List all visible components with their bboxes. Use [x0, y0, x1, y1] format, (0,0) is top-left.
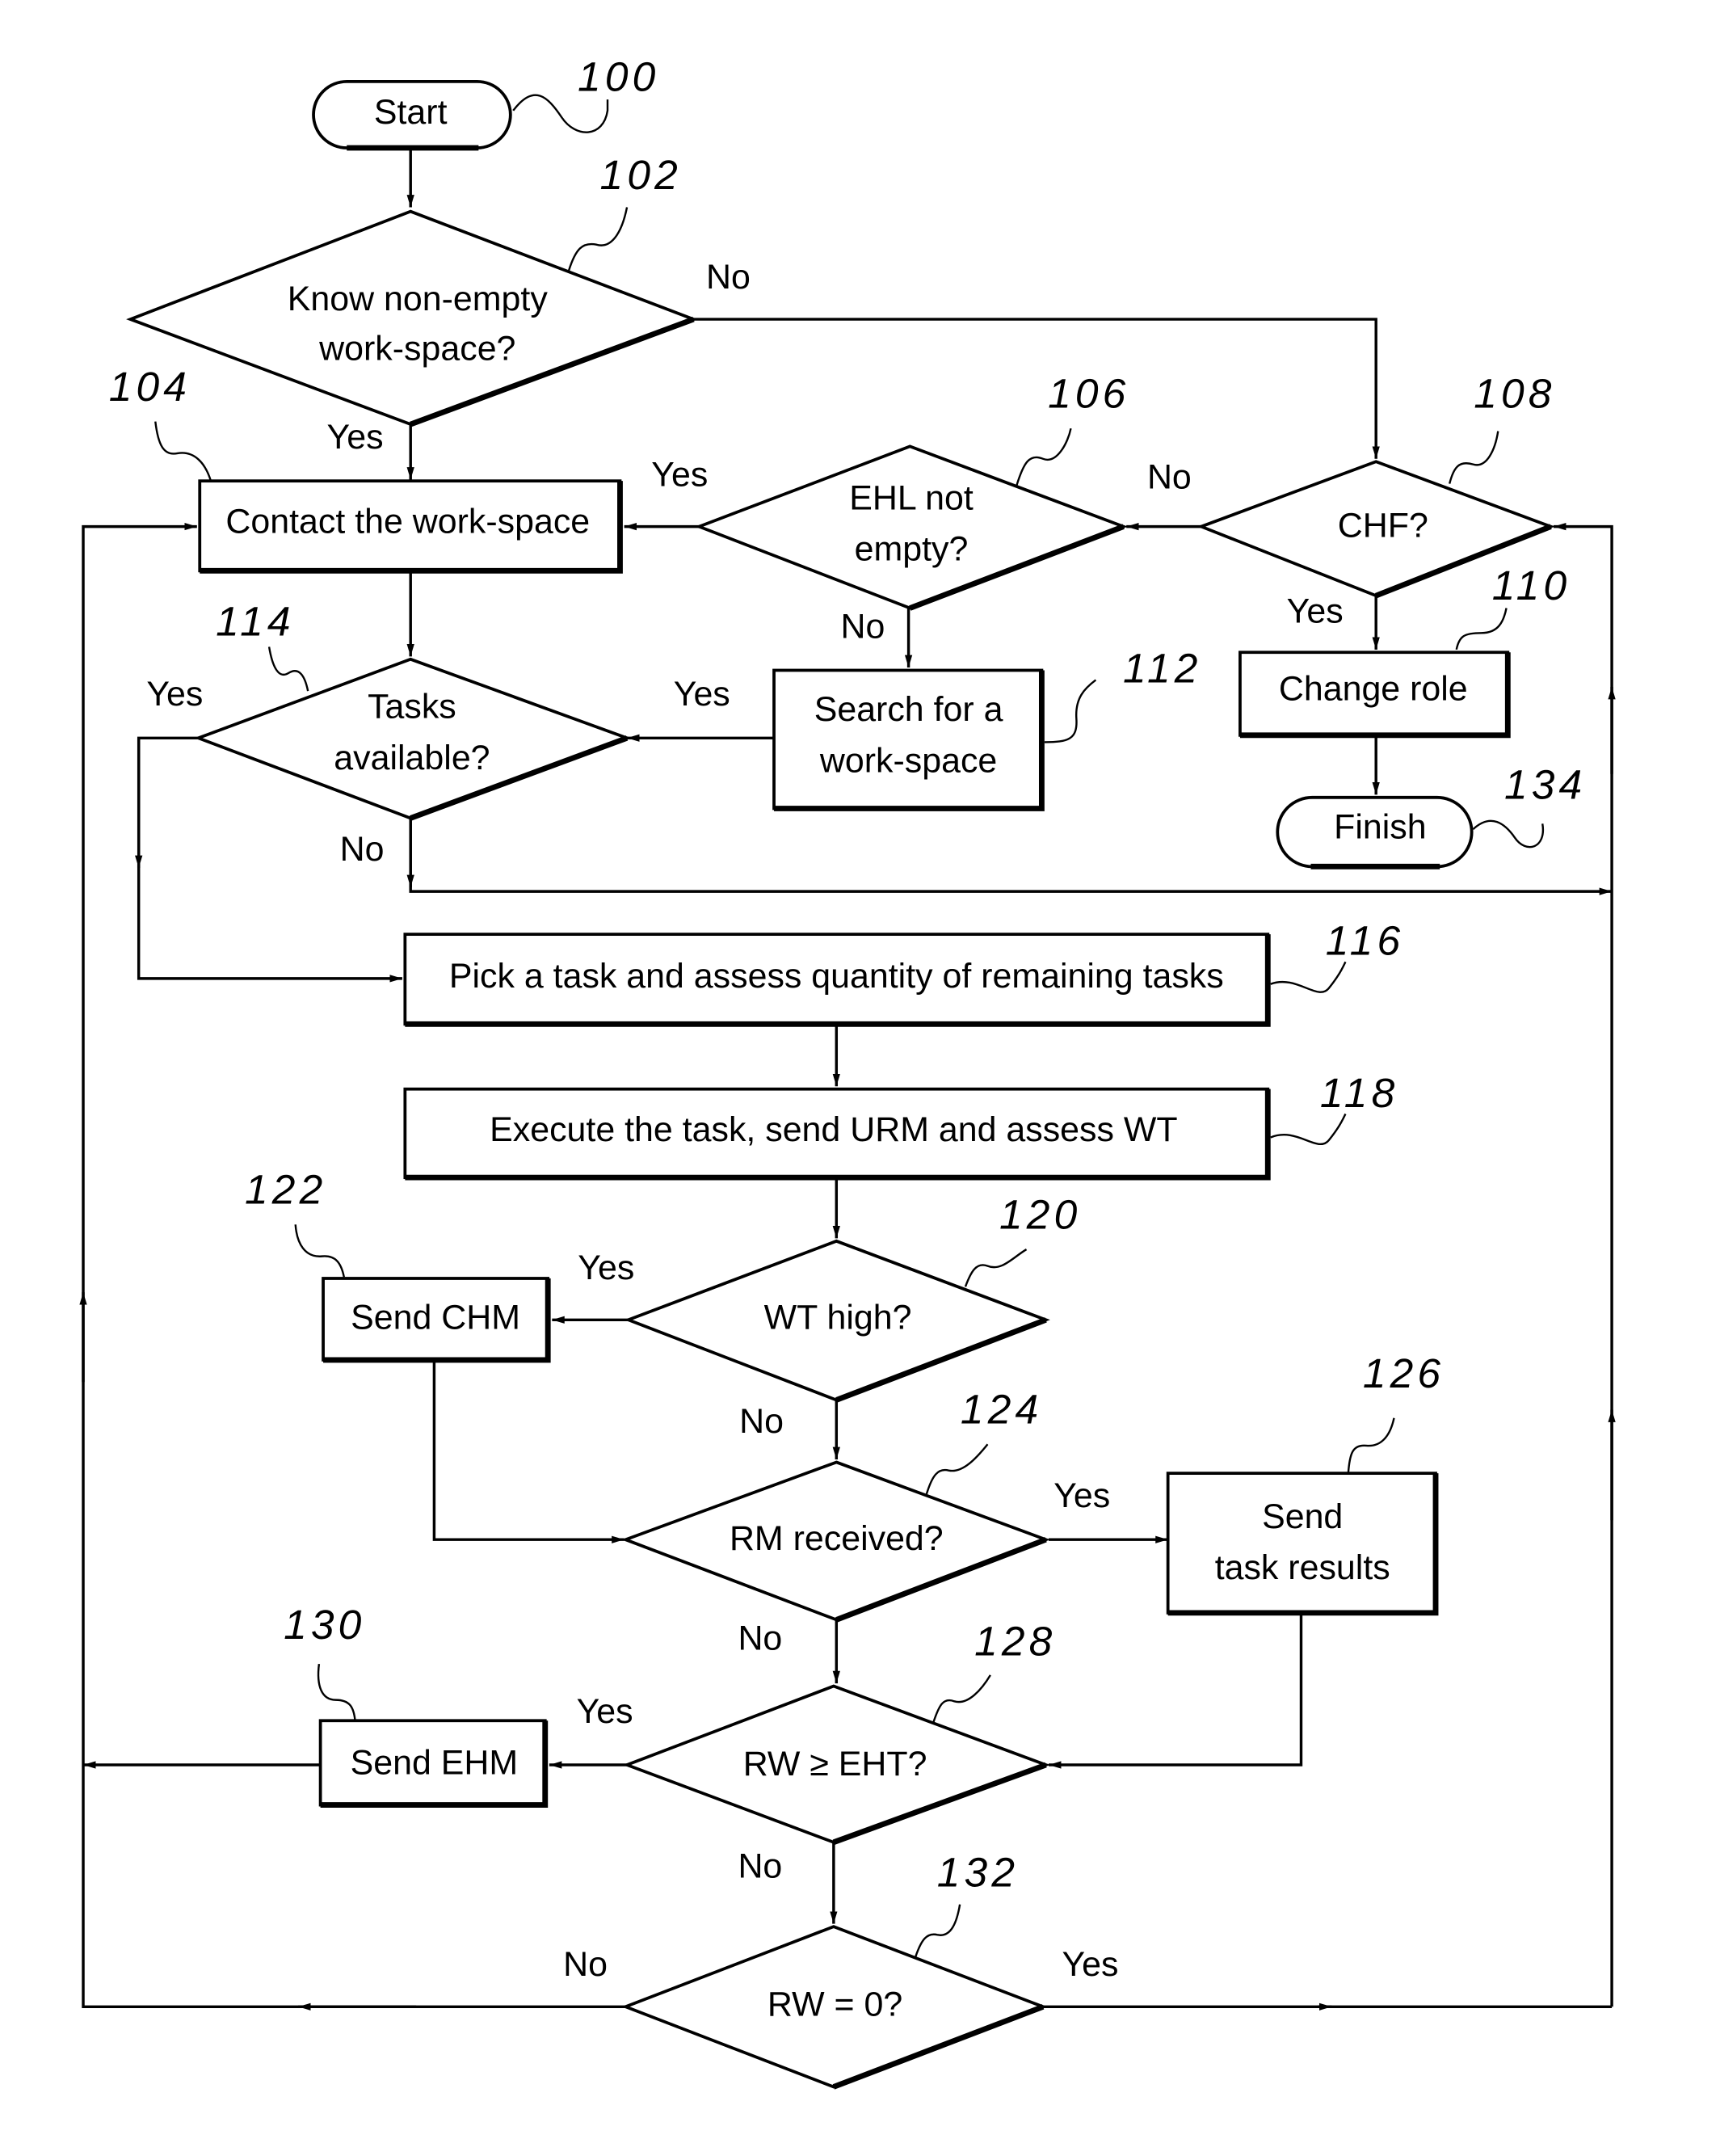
send-results-line2: task results — [1215, 1548, 1390, 1587]
send-results-line1: Send — [1262, 1497, 1343, 1536]
edge-chm-to-rm — [432, 1361, 624, 1543]
decision-rw-eht: RW ≥ EHT? — [622, 1684, 1051, 1845]
ref-lead-116 — [1270, 961, 1347, 993]
wt-label: WT high? — [764, 1299, 912, 1337]
chf-no-label: No — [1147, 458, 1192, 497]
ref-108: 108 — [1474, 369, 1555, 416]
ref-lead-100 — [512, 94, 609, 133]
send-ehm-label: Send EHM — [351, 1743, 518, 1782]
ref-lead-128 — [932, 1674, 991, 1723]
process-pick-task: Pick a task and assess quantity of remai… — [403, 933, 1271, 1027]
eht-label: RW ≥ EHT? — [743, 1745, 927, 1783]
ref-lead-134 — [1472, 819, 1545, 849]
process-send-task-results: Send task results — [1166, 1472, 1439, 1616]
zero-yes-label: Yes — [1062, 1945, 1119, 1984]
ehl-no-label: No — [841, 608, 885, 646]
pick-label: Pick a task and assess quantity of remai… — [449, 957, 1224, 996]
ref-106: 106 — [1048, 369, 1129, 416]
search-line1: Search for a — [814, 690, 1003, 729]
ref-lead-106 — [1016, 427, 1072, 486]
ref-lead-120 — [964, 1249, 1028, 1287]
ehl-yes-label: Yes — [651, 455, 708, 494]
ref-lead-102 — [567, 207, 629, 272]
ref-120: 120 — [999, 1190, 1081, 1237]
wt-yes-label: Yes — [578, 1249, 634, 1287]
ref-124: 124 — [961, 1386, 1042, 1433]
ref-lead-118 — [1270, 1113, 1347, 1145]
edge-know-no — [693, 318, 1380, 459]
ref-lead-108 — [1449, 431, 1499, 484]
ref-lead-112 — [1044, 679, 1097, 743]
chf-label: CHF? — [1338, 507, 1428, 545]
decision-ehl-not-empty: EHL not empty? — [695, 444, 1129, 611]
ref-lead-126 — [1347, 1417, 1395, 1474]
ref-112: 112 — [1123, 645, 1202, 692]
ref-102: 102 — [600, 151, 682, 198]
search-yes-label: Yes — [674, 675, 730, 714]
edge-right-return — [1553, 522, 1613, 2007]
finish-terminal: Finish — [1276, 795, 1474, 870]
ehl-line2: empty? — [855, 530, 969, 569]
process-search-workspace: Search for a work-space — [772, 668, 1045, 811]
know-line1: Know non-empty — [288, 280, 549, 318]
tasks-line2: available? — [334, 739, 490, 777]
process-send-chm: Send CHM — [322, 1277, 551, 1363]
ref-118: 118 — [1320, 1069, 1399, 1116]
eht-no-label: No — [738, 1847, 782, 1886]
process-send-ehm: Send EHM — [318, 1719, 549, 1809]
ref-lead-124 — [925, 1443, 989, 1495]
process-execute-task: Execute the task, send URM and assess WT — [403, 1087, 1271, 1181]
ref-116: 116 — [1326, 917, 1405, 964]
start-terminal: Start — [312, 80, 512, 151]
ref-122: 122 — [245, 1166, 326, 1213]
rm-label: RM received? — [730, 1519, 944, 1558]
ref-100: 100 — [578, 53, 659, 100]
ref-lead-130 — [317, 1664, 356, 1721]
ehl-line1: EHL not — [849, 478, 974, 517]
search-line2: work-space — [819, 741, 997, 780]
ref-lead-122 — [294, 1224, 345, 1278]
decision-rw-zero: RW = 0? — [621, 1925, 1048, 2090]
ref-132: 132 — [937, 1848, 1019, 1895]
ref-126: 126 — [1363, 1350, 1445, 1396]
ref-lead-114 — [267, 646, 309, 692]
eht-yes-label: Yes — [577, 1692, 633, 1731]
zero-no-label: No — [563, 1945, 608, 1984]
change-role-label: Change role — [1279, 669, 1468, 708]
decision-rm-received: RM received? — [620, 1460, 1050, 1623]
ref-110: 110 — [1492, 562, 1571, 608]
start-label: Start — [374, 93, 448, 132]
rm-yes-label: Yes — [1053, 1476, 1110, 1515]
ref-130: 130 — [284, 1601, 365, 1648]
send-chm-label: Send CHM — [351, 1299, 520, 1337]
rm-no-label: No — [738, 1619, 782, 1657]
tasks-no-label: No — [340, 830, 385, 869]
tasks-yes-label: Yes — [146, 675, 203, 714]
execute-label: Execute the task, send URM and assess WT — [490, 1110, 1177, 1149]
ref-128: 128 — [974, 1618, 1056, 1665]
tasks-line1: Tasks — [368, 688, 456, 726]
ref-lead-132 — [915, 1904, 961, 1958]
know-no-label: No — [706, 258, 751, 297]
process-contact-workspace: Contact the work-space — [198, 479, 623, 574]
ref-lead-104 — [154, 421, 212, 482]
know-line2: work-space? — [318, 330, 515, 368]
zero-label: RW = 0? — [767, 1985, 902, 2024]
ref-104: 104 — [109, 363, 191, 410]
flowchart: Start 100 Know non-empty work-space? 102… — [79, 53, 1616, 2090]
contact-label: Contact the work-space — [225, 503, 590, 541]
ref-134: 134 — [1504, 760, 1586, 807]
chf-yes-label: Yes — [1287, 592, 1344, 631]
know-yes-label: Yes — [327, 418, 384, 457]
wt-no-label: No — [739, 1402, 784, 1441]
finish-label: Finish — [1334, 808, 1426, 847]
decision-tasks-available: Tasks available? — [194, 657, 632, 821]
edge-results-to-eht — [1049, 1614, 1303, 1769]
ref-114: 114 — [216, 598, 295, 645]
process-change-role: Change role — [1238, 651, 1511, 739]
ref-lead-110 — [1455, 608, 1508, 651]
